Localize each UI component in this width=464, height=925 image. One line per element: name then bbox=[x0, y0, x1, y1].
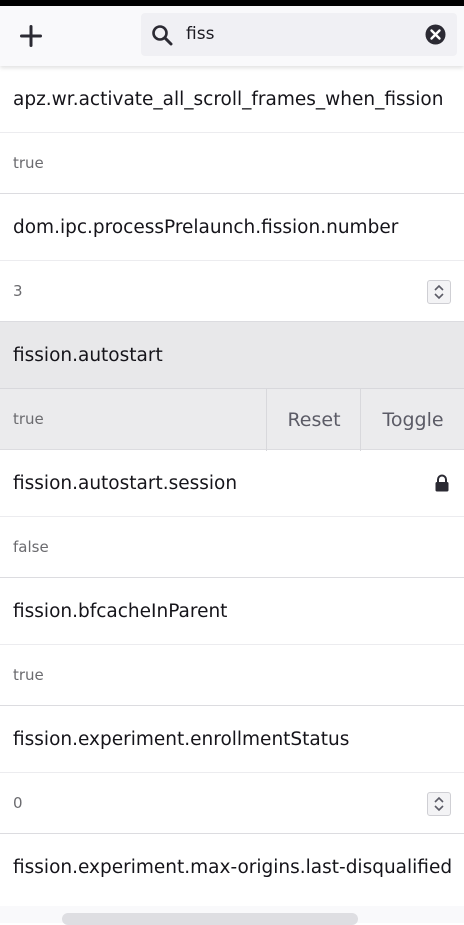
stepper-icon[interactable] bbox=[427, 280, 451, 304]
clear-circle-icon[interactable] bbox=[425, 24, 446, 45]
pref-item[interactable]: apz.wr.activate_all_scroll_frames_when_f… bbox=[0, 66, 464, 194]
pref-value: true bbox=[13, 154, 44, 172]
pref-value-row: false bbox=[0, 516, 464, 578]
pref-value: 0 bbox=[13, 794, 23, 812]
pref-item[interactable]: fission.experiment.enrollmentStatus 0 bbox=[0, 706, 464, 834]
pref-name: apz.wr.activate_all_scroll_frames_when_f… bbox=[13, 88, 444, 110]
preference-list: apz.wr.activate_all_scroll_frames_when_f… bbox=[0, 66, 464, 900]
pref-value-row[interactable]: true bbox=[0, 644, 464, 706]
pref-value-row: true Reset Toggle bbox=[0, 388, 464, 451]
pref-item[interactable]: dom.ipc.processPrelaunch.fission.number … bbox=[0, 194, 464, 322]
toggle-button[interactable]: Toggle bbox=[360, 389, 464, 451]
pref-name-row: fission.autostart.session bbox=[0, 450, 464, 516]
pref-name: fission.experiment.max-origins.last-disq… bbox=[13, 856, 453, 878]
pref-name: dom.ipc.processPrelaunch.fission.number bbox=[13, 216, 399, 238]
reset-button[interactable]: Reset bbox=[266, 389, 361, 451]
horizontal-scrollbar[interactable] bbox=[62, 913, 358, 925]
add-preference-button[interactable] bbox=[12, 18, 50, 54]
plus-icon bbox=[20, 25, 42, 47]
pref-value-row[interactable]: 3 bbox=[0, 260, 464, 322]
search-input[interactable] bbox=[186, 19, 406, 49]
search-icon bbox=[152, 25, 173, 46]
pref-item[interactable]: fission.experiment.max-origins.last-disq… bbox=[0, 834, 464, 900]
search-box bbox=[141, 13, 457, 56]
pref-value: true bbox=[13, 666, 44, 684]
pref-item-selected[interactable]: fission.autostart true Reset Toggle bbox=[0, 322, 464, 451]
stepper-icon[interactable] bbox=[427, 792, 451, 816]
pref-name: fission.bfcacheInParent bbox=[13, 600, 228, 622]
pref-name: fission.experiment.enrollmentStatus bbox=[13, 728, 350, 750]
pref-value-row[interactable]: true bbox=[0, 132, 464, 194]
pref-item[interactable]: fission.autostart.session false bbox=[0, 450, 464, 578]
pref-value-row[interactable]: 0 bbox=[0, 772, 464, 834]
lock-icon bbox=[435, 474, 449, 492]
pref-item[interactable]: fission.bfcacheInParent true bbox=[0, 578, 464, 706]
pref-value: 3 bbox=[13, 282, 23, 300]
header bbox=[0, 6, 464, 66]
pref-name: fission.autostart bbox=[0, 322, 464, 388]
pref-value: false bbox=[13, 538, 49, 556]
pref-name: fission.autostart.session bbox=[13, 472, 238, 494]
